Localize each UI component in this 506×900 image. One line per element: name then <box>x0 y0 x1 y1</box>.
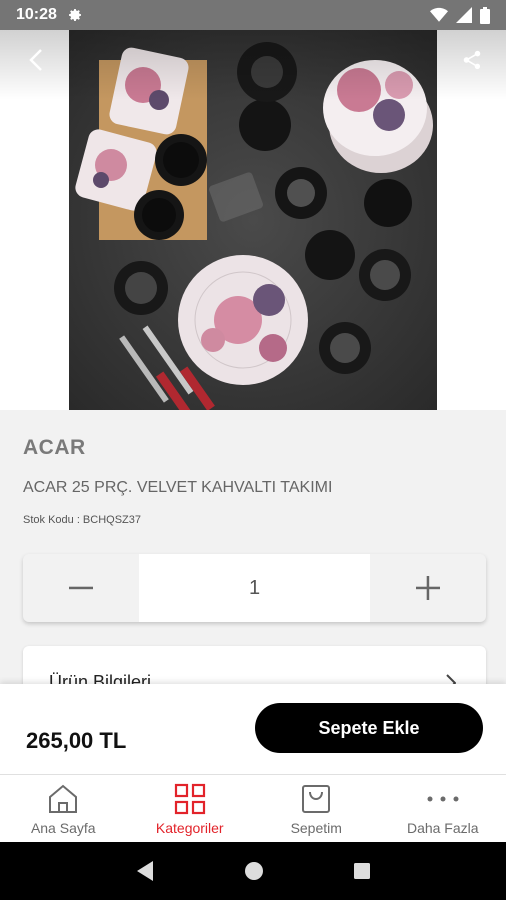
bag-icon <box>302 785 331 813</box>
nav-more[interactable]: Daha Fazla <box>380 775 506 842</box>
product-image-area <box>0 30 506 410</box>
system-home-icon[interactable] <box>244 861 264 881</box>
chevron-left-icon <box>29 49 42 71</box>
status-bar: 10:28 <box>0 0 506 30</box>
settings-icon <box>68 9 81 21</box>
nav-home-label: Ana Sayfa <box>30 820 96 836</box>
minus-icon <box>69 586 93 590</box>
grid-icon <box>174 783 205 815</box>
decrease-quantity-button[interactable] <box>23 554 139 622</box>
bottom-navigation: Ana Sayfa Kategoriler Sepetim Daha Fazla <box>0 774 506 842</box>
quantity-value[interactable]: 1 <box>139 554 370 622</box>
quantity-stepper: 1 <box>23 554 486 622</box>
more-icon <box>427 796 459 802</box>
nav-categories-label: Kategoriler <box>155 820 224 836</box>
product-price: 265,00 TL <box>26 728 127 753</box>
system-back-icon[interactable] <box>135 860 155 882</box>
wifi-icon <box>430 7 448 22</box>
stock-code: Stok Kodu : BCHQSZ37 <box>23 514 141 526</box>
purchase-bar: 265,00 TL Sepete Ekle <box>0 684 506 774</box>
product-title: ACAR 25 PRÇ. VELVET KAHVALTI TAKIMI <box>23 479 333 496</box>
status-time: 10:28 <box>16 6 57 23</box>
nav-categories[interactable]: Kategoriler <box>127 775 254 842</box>
battery-icon <box>480 6 490 24</box>
share-icon <box>463 50 481 70</box>
signal-icon <box>456 7 472 23</box>
plus-icon <box>416 576 440 600</box>
increase-quantity-button[interactable] <box>370 554 486 622</box>
home-icon <box>49 784 78 813</box>
brand-name: ACAR <box>23 436 86 459</box>
system-navigation-bar <box>0 842 506 900</box>
back-button[interactable] <box>18 42 54 78</box>
add-to-cart-button[interactable]: Sepete Ekle <box>255 703 483 753</box>
share-button[interactable] <box>454 42 490 78</box>
nav-home[interactable]: Ana Sayfa <box>0 775 127 842</box>
nav-cart[interactable]: Sepetim <box>253 775 380 842</box>
system-recents-icon[interactable] <box>353 862 371 880</box>
nav-more-label: Daha Fazla <box>406 820 479 836</box>
nav-cart-label: Sepetim <box>290 820 342 836</box>
